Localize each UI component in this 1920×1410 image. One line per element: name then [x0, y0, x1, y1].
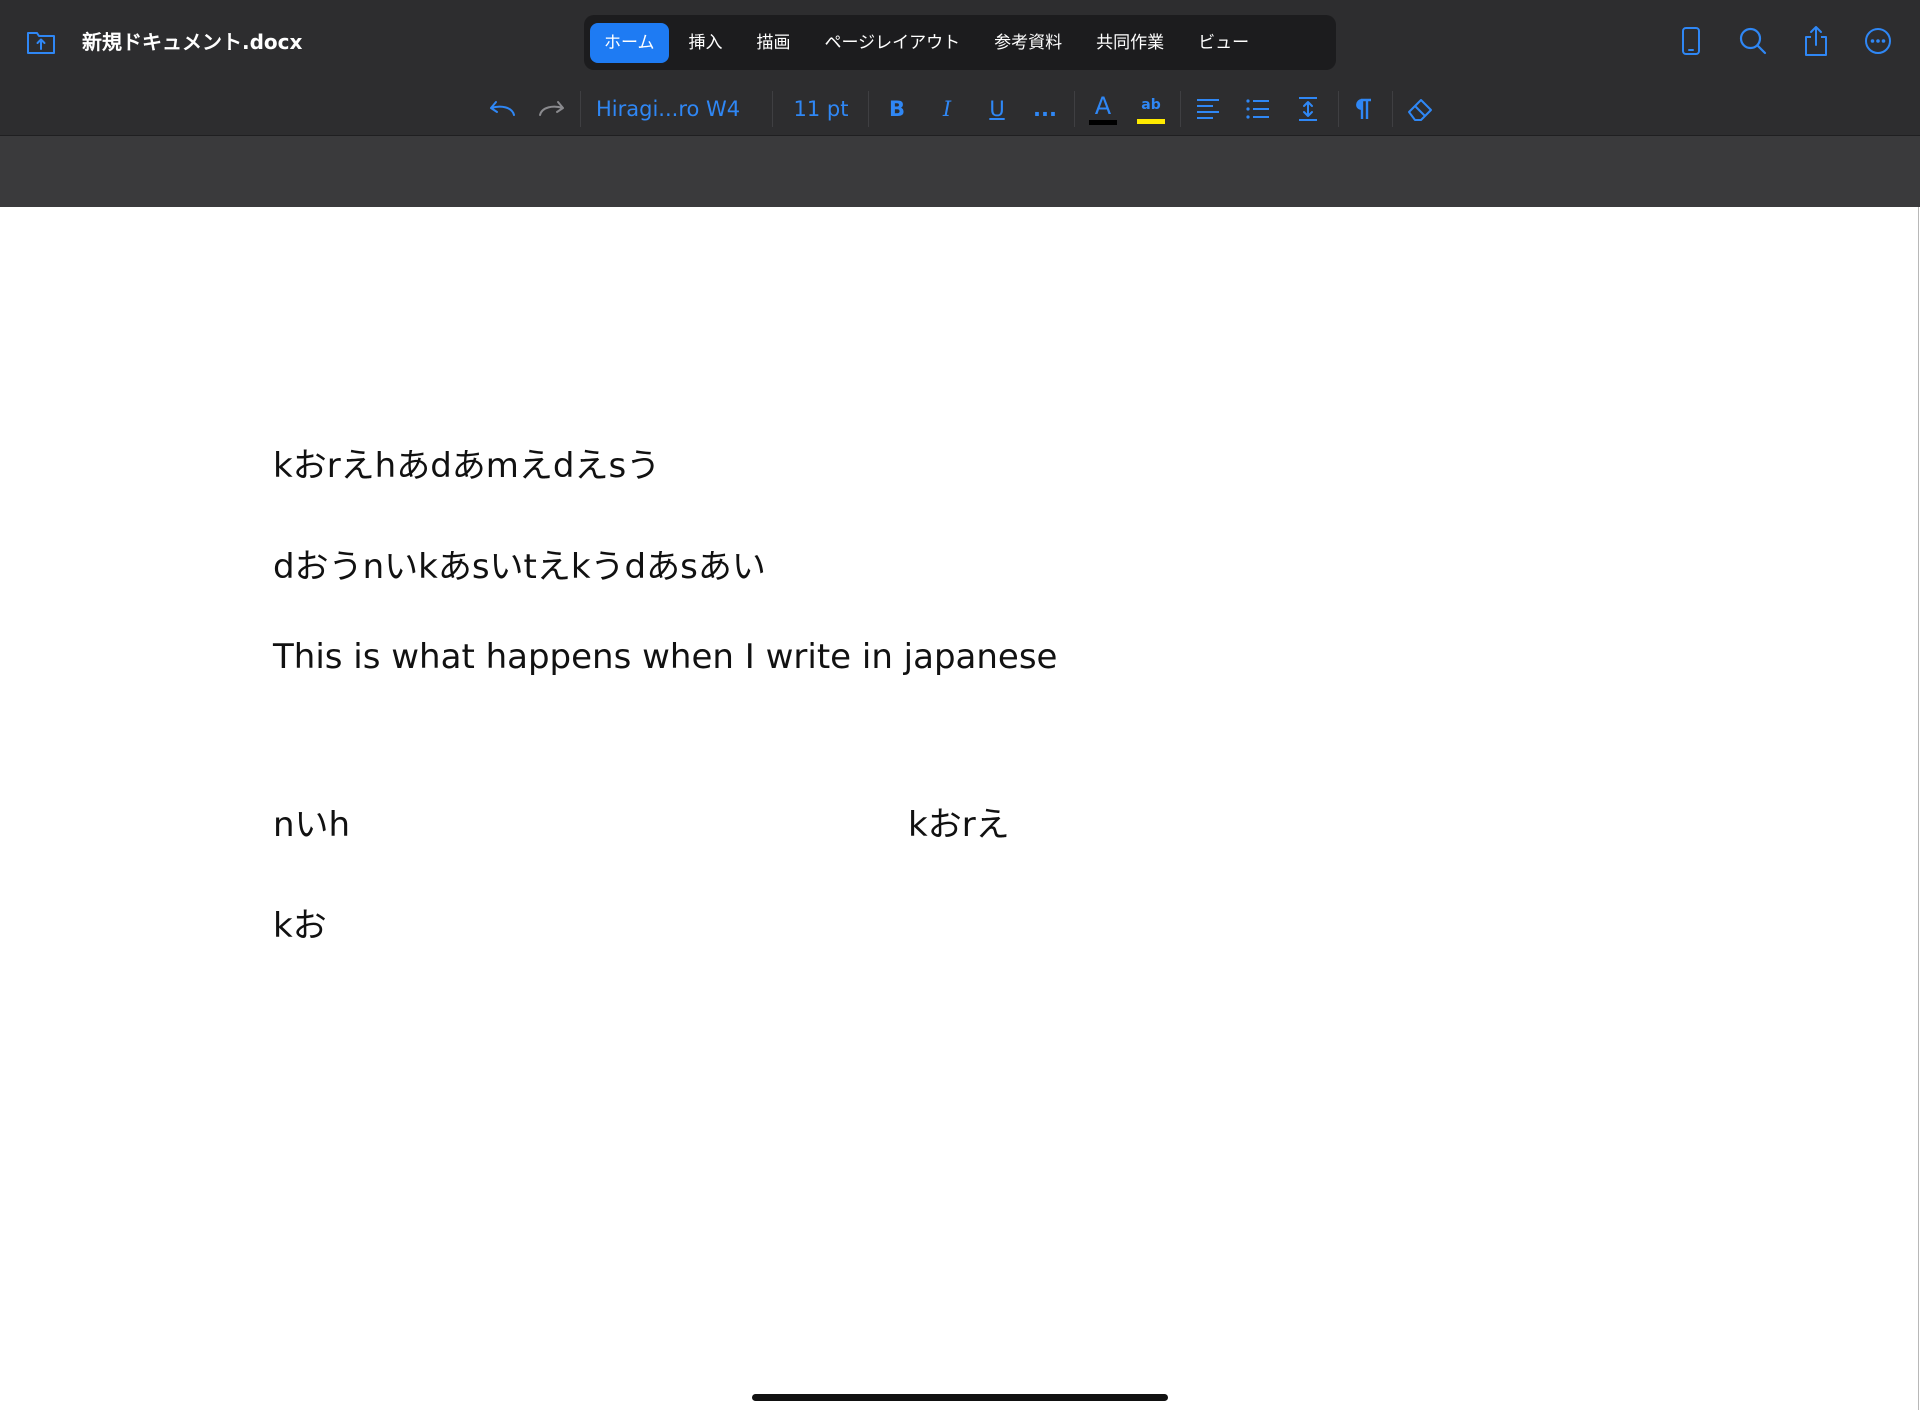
ribbon-tab-bar: ホーム 挿入 描画 ページレイアウト 参考資料 共同作業 ビュー [584, 15, 1336, 70]
underline-button[interactable]: U [980, 91, 1014, 127]
paragraph-4-col-1[interactable]: nいh [273, 804, 350, 846]
font-size-picker[interactable]: 11 pt [790, 91, 852, 127]
pilcrow-icon [1356, 98, 1371, 119]
paragraph-5[interactable]: kお [273, 905, 327, 947]
document-title[interactable]: 新規ドキュメント.docx [82, 28, 302, 56]
highlight-icon: ab [1141, 97, 1161, 113]
more-formatting-button[interactable]: ... [1028, 91, 1062, 127]
eraser-icon [1408, 99, 1432, 121]
italic-button[interactable]: I [930, 91, 964, 127]
toolbar-divider [1392, 91, 1393, 127]
folder-icon [27, 32, 55, 54]
share-button[interactable] [1797, 22, 1835, 60]
font-name-picker[interactable]: Hiragi...ro W4 [596, 91, 746, 127]
paragraph-4-col-2[interactable]: kおrえ [908, 804, 1010, 846]
font-color-letter: A [1094, 91, 1112, 120]
align-left-icon [1197, 99, 1219, 119]
clear-formatting-button[interactable] [1400, 91, 1440, 127]
tab-collaboration[interactable]: 共同作業 [1082, 23, 1178, 63]
font-color-swatch [1089, 119, 1117, 125]
toolbar-divider [1074, 91, 1075, 127]
line-spacing-icon [1299, 97, 1317, 121]
tab-page-layout[interactable]: ページレイアウト [811, 23, 975, 63]
ruler-area [0, 136, 1920, 207]
font-color-button[interactable]: A [1086, 91, 1120, 127]
toolbar-divider [1338, 91, 1339, 127]
bold-button[interactable]: B [880, 91, 914, 127]
list-button[interactable] [1240, 91, 1276, 127]
word-app-window: 新規ドキュメント.docx ホーム 挿入 描画 ページレイアウト 参考資料 共同… [0, 0, 1920, 1410]
more-icon [1865, 28, 1891, 54]
tab-references[interactable]: 参考資料 [980, 23, 1076, 63]
line-spacing-button[interactable] [1290, 91, 1326, 127]
toolbar-divider [1180, 91, 1181, 127]
tab-insert[interactable]: 挿入 [675, 23, 737, 63]
formatting-toolbar: Hiragi...ro W4 11 pt B I U ... A ab [0, 83, 1920, 136]
more-options-button[interactable] [1859, 22, 1897, 60]
title-bar: 新規ドキュメント.docx ホーム 挿入 描画 ページレイアウト 参考資料 共同… [0, 0, 1920, 83]
highlight-color-swatch [1137, 119, 1165, 124]
toolbar-divider [580, 91, 581, 127]
phone-view-icon [1682, 27, 1700, 55]
home-indicator[interactable] [752, 1394, 1168, 1401]
toolbar-divider [868, 91, 869, 127]
tab-draw[interactable]: 描画 [743, 23, 805, 63]
tab-view[interactable]: ビュー [1184, 23, 1263, 63]
show-formatting-button[interactable] [1346, 91, 1380, 127]
search-button[interactable] [1734, 22, 1772, 60]
redo-button[interactable] [534, 91, 570, 127]
document-page[interactable]: kおrえhあdあmえdえsう dおうnいkあsいtえkうdあsあい This i… [0, 207, 1919, 1410]
numbered-list-icon [1246, 99, 1269, 119]
paragraph-3[interactable]: This is what happens when I write in jap… [273, 636, 1057, 678]
search-icon [1739, 27, 1767, 55]
phone-view-button[interactable] [1672, 22, 1710, 60]
redo-icon [539, 101, 564, 116]
alignment-button[interactable] [1190, 91, 1226, 127]
undo-icon [490, 101, 515, 116]
toolbar-divider [772, 91, 773, 127]
file-browser-button[interactable] [24, 26, 58, 58]
paragraph-2[interactable]: dおうnいkあsいtえkうdあsあい [273, 546, 766, 588]
share-icon [1805, 26, 1827, 56]
tab-home[interactable]: ホーム [590, 22, 669, 63]
highlight-color-button[interactable]: ab [1134, 91, 1168, 127]
paragraph-1[interactable]: kおrえhあdあmえdえsう [273, 445, 660, 487]
undo-button[interactable] [484, 91, 520, 127]
